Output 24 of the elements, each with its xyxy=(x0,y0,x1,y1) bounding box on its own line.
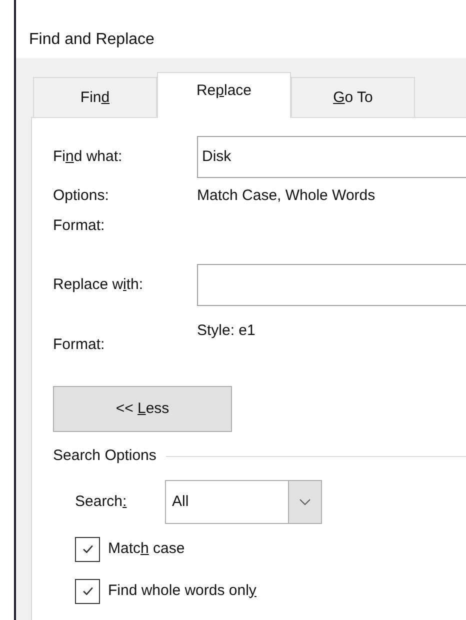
checkbox[interactable] xyxy=(75,536,100,562)
find-what-label: Find what: xyxy=(53,146,124,167)
options-value: Match Case, Whole Words xyxy=(197,186,376,206)
find-what-field[interactable]: Disk xyxy=(197,136,466,178)
replace-with-label: Replace with: xyxy=(53,274,144,295)
check-icon xyxy=(82,587,92,595)
check-icon xyxy=(82,545,92,553)
replace-with-field[interactable] xyxy=(197,264,466,306)
format-label: Format: xyxy=(53,334,106,354)
checkbox-label: Match case xyxy=(108,538,185,559)
chevron-down-icon xyxy=(299,498,311,506)
tab[interactable]: Replace xyxy=(157,72,291,118)
checkbox-label: Find whole words only xyxy=(108,580,256,601)
window-title: Find and Replace xyxy=(29,30,154,50)
search-options-heading: Search Options xyxy=(53,446,156,466)
tab[interactable]: Find xyxy=(33,77,157,117)
less-button[interactable]: << Less xyxy=(53,386,232,432)
format-value: Style: e1 xyxy=(197,321,256,341)
search-dropdown[interactable]: All xyxy=(165,480,322,524)
format-label: Format: xyxy=(53,216,105,236)
tab[interactable]: Go To xyxy=(291,77,415,117)
options-label: Options: xyxy=(53,186,110,206)
checkbox[interactable] xyxy=(75,578,100,604)
search-label: Search: xyxy=(75,492,128,512)
